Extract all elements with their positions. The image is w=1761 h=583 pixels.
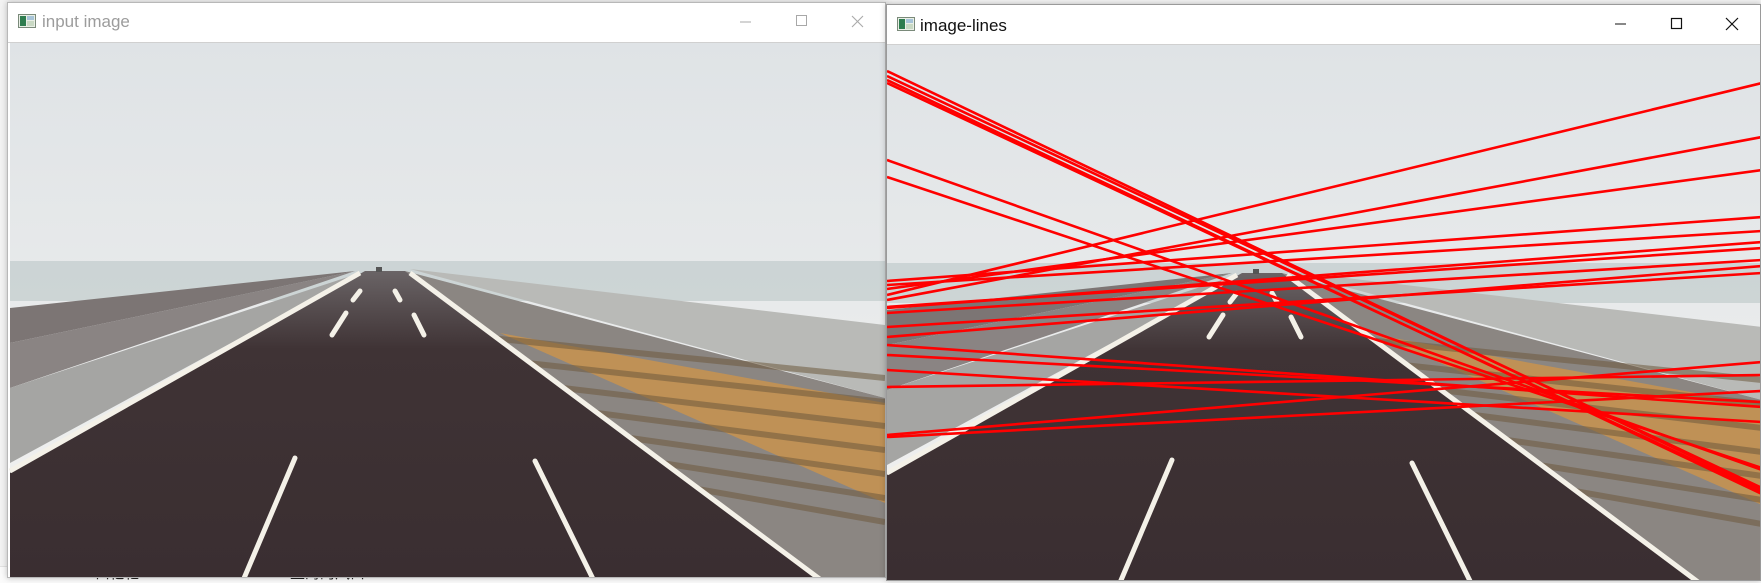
maximize-button[interactable] [773, 3, 829, 41]
detected-line [887, 258, 1760, 315]
window-input-image[interactable]: input image [7, 2, 886, 578]
close-button[interactable] [1704, 5, 1760, 43]
maximize-icon [1670, 17, 1683, 30]
detected-line [887, 215, 1760, 283]
hough-lines-overlay [887, 69, 1760, 495]
minimize-icon [1615, 23, 1626, 25]
minimize-button[interactable] [1592, 5, 1648, 43]
app-icon [897, 17, 915, 31]
window-title: image-lines [920, 16, 1007, 35]
minimize-icon [740, 21, 751, 23]
distant-vehicle [376, 267, 382, 272]
maximize-button[interactable] [1648, 5, 1704, 43]
image-viewport [887, 44, 1760, 580]
close-button[interactable] [829, 3, 885, 41]
title-bar[interactable]: input image [8, 3, 885, 41]
maximize-icon [796, 15, 807, 26]
minimize-button[interactable] [717, 3, 773, 41]
close-icon [851, 15, 864, 28]
road-photo [8, 43, 885, 577]
image-viewport [8, 42, 885, 577]
window-image-lines[interactable]: image-lines [886, 4, 1761, 581]
title-bar[interactable]: image-lines [887, 5, 1760, 43]
app-icon [18, 14, 36, 28]
close-icon [1725, 17, 1739, 31]
window-title: input image [42, 12, 130, 31]
